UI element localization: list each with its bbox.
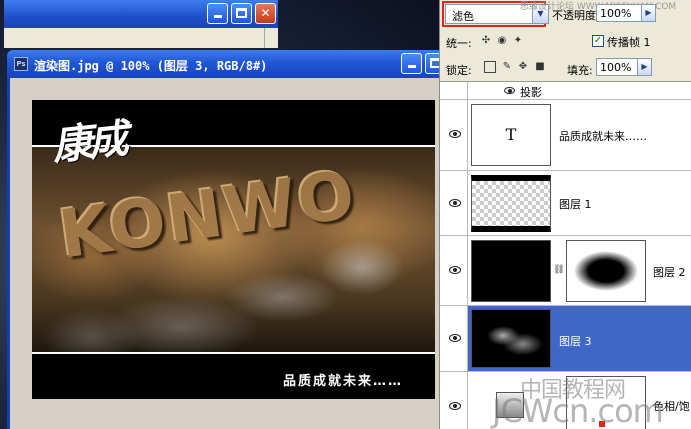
layer-thumbnail: T [471,104,551,166]
fill-input[interactable]: 100% ▶ [596,58,652,76]
opacity-value: 100% [600,7,632,20]
layer-name: 图层 3 [559,335,592,348]
eye-icon[interactable] [504,87,515,94]
layer-row-text[interactable]: T 品质成就未来…… [440,100,691,171]
close-button[interactable]: ✕ [255,3,276,24]
minimize-button[interactable] [207,3,228,24]
link-icon[interactable]: ⛓ [553,264,565,276]
layer-row-2[interactable]: ⛓ 图层 2 [440,236,691,306]
layer-name: 品质成就未来…… [559,130,647,143]
eye-icon[interactable] [449,266,461,274]
document-title: 渲染图.jpg @ 100% (图层 3, RGB/8#) [34,59,268,73]
propagate-frame-label: 传播帧 1 [607,36,651,49]
eye-cell [440,236,468,305]
maximize-icon [236,8,247,18]
minimize-icon [214,15,222,18]
eye-cell [440,306,468,371]
document-workspace: KONWO 康成 品质成就未来…… [10,78,443,429]
lock-move-icon[interactable]: ✥ [517,61,529,73]
document-titlebar[interactable]: Ps 渲染图.jpg @ 100% (图层 3, RGB/8#) [7,50,443,78]
layer-thumbnail [471,309,551,368]
effect-label: 投影 [520,86,542,99]
eye-cell [440,100,468,170]
propagate-frame-checkbox[interactable]: ✓ [592,35,604,47]
eye-icon[interactable] [449,199,461,207]
layer-row-1[interactable]: 图层 1 [440,171,691,236]
layer-mask-thumbnail[interactable] [566,240,646,302]
background-window: ✕ [4,0,278,48]
layer-row-3[interactable]: 图层 3 [440,306,691,372]
eye-icon[interactable] [449,130,461,138]
lock-all-icon[interactable]: ■ [534,61,546,73]
document-window: Ps 渲染图.jpg @ 100% (图层 3, RGB/8#) KONWO 康… [7,50,443,429]
unify-position-icon[interactable]: ✣ [480,35,492,47]
eye-cell [440,171,468,235]
fill-label: 填充: [567,64,593,77]
minimize-icon [408,65,416,68]
lock-transparency-icon[interactable] [484,61,496,73]
layers-panel: 滤色 ▼ 思缘设计论坛 WWW.MISSYUAN.COM 不透明度: 100% … [439,0,691,429]
close-icon: ✕ [260,6,271,20]
sand-texture-band: KONWO [32,147,435,352]
fill-arrow-icon[interactable]: ▶ [637,58,652,76]
layer-name: 图层 2 [653,266,686,279]
layer-name: 图层 1 [559,198,592,211]
embossed-logo-text: KONWO [54,155,361,274]
slogan-text: 品质成就未来…… [282,374,403,389]
maximize-button[interactable] [231,3,252,24]
layer-thumbnail [471,240,551,302]
fill-value: 100% [600,61,632,74]
photoshop-doc-icon: Ps [14,57,28,71]
bottom-white-line [32,352,435,354]
layer-effect-row[interactable]: 投影 [440,82,691,100]
document-minimize-button[interactable] [401,53,422,74]
background-window-titlebar: ✕ [4,0,278,28]
unify-label: 统一: [446,37,472,50]
layer-thumbnail [471,175,551,232]
unify-visibility-icon[interactable]: ◉ [496,35,508,47]
eye-icon[interactable] [449,334,461,342]
blend-mode-value: 滤色 [452,10,474,23]
eye-cell [440,82,468,99]
unify-style-icon[interactable]: ✦ [512,35,524,47]
opacity-label: 不透明度: [552,9,600,22]
scrollbar-up[interactable] [264,28,278,48]
lock-label: 锁定: [446,64,472,77]
calligraphy-logo: 康成 [50,115,127,170]
image-canvas[interactable]: KONWO 康成 品质成就未来…… [32,100,435,399]
opacity-arrow-icon[interactable]: ▶ [641,4,656,22]
watermark-en: JCWcn.com [492,392,664,429]
eye-icon[interactable] [449,402,461,410]
eye-cell [440,372,468,429]
lock-brush-icon[interactable]: ✎ [501,61,513,73]
opacity-input[interactable]: 100% ▶ [596,4,656,22]
